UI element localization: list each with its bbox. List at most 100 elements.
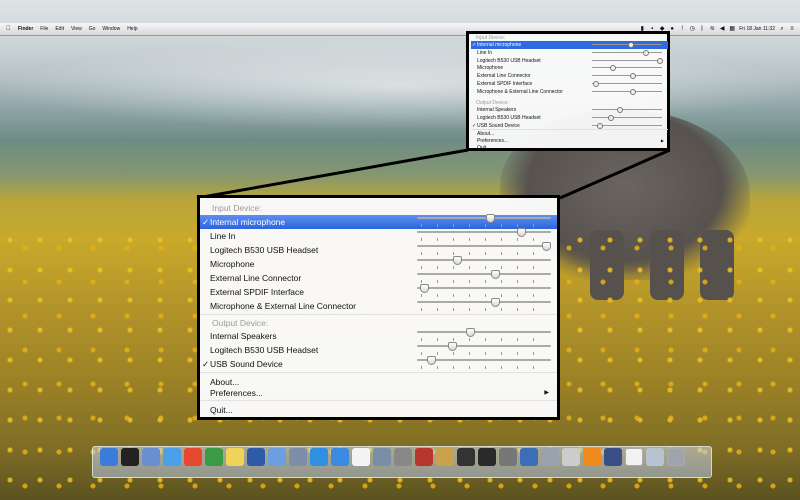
small-volume-slider-knob[interactable] [607,114,614,121]
preview-icon[interactable] [142,448,160,466]
volume-slider-ticks [421,238,549,241]
small-volume-slider-knob[interactable] [627,42,634,48]
submenu-arrow-icon: ▶ [544,390,549,396]
terminal-icon[interactable] [121,448,139,466]
checkmark-icon: ✓ [202,359,210,369]
small-quit-item[interactable]: Quit... [471,145,668,151]
small-volume-slider-track[interactable] [592,83,662,84]
small-volume-slider-track[interactable] [592,109,662,110]
safari-icon[interactable] [310,448,328,466]
input-device-label: Internal microphone [210,217,286,227]
small-output-device-item[interactable]: ✓ USB Sound Device [471,122,668,130]
small-input-device-label: Internal microphone [477,42,522,48]
volume-slider-track[interactable] [417,301,551,303]
preferences-label: Preferences... [210,388,263,398]
small-output-device-label: USB Sound Device [477,122,520,129]
screenshot-icon[interactable] [562,448,580,466]
small-input-device-item[interactable]: ✓ Internal microphone [471,41,668,49]
small-volume-slider-track[interactable] [592,90,662,92]
small-input-device-label: Line In [477,49,493,56]
volume-slider-track[interactable] [417,273,551,275]
volume-slider-track[interactable] [417,331,551,333]
small-output-device-label: Logitech B530 USB Headset [477,114,541,121]
migration-icon[interactable] [520,448,538,466]
word-icon[interactable] [247,448,265,466]
separator [200,314,557,315]
disk-icon[interactable] [541,448,559,466]
input-device-header: Input Device: [212,203,262,213]
output-device-label: Internal Speakers [210,331,277,341]
photo-icon[interactable] [394,448,412,466]
small-input-device-item[interactable]: Line In [471,49,668,57]
mail-icon[interactable] [289,448,307,466]
small-input-device-item[interactable]: Microphone & External Line Connector [471,88,668,96]
small-input-device-item[interactable]: External SPDIF Interface [471,80,668,88]
app-store-icon[interactable] [331,448,349,466]
small-volume-slider-knob[interactable] [597,122,604,129]
volume-slider-track[interactable] [417,217,551,219]
volume-slider-ticks [421,294,549,297]
trash-icon[interactable] [667,448,685,466]
chrome-icon[interactable] [184,448,202,466]
download-icon[interactable] [373,448,391,466]
small-volume-slider-track[interactable] [592,67,662,69]
small-input-device-label: External SPDIF Interface [477,81,533,87]
preferences-item[interactable]: Preferences... ▶ [200,386,557,400]
small-quit-label: Quit... [477,145,491,151]
calculator-icon[interactable] [499,448,517,466]
small-volume-slider-knob[interactable] [656,57,663,64]
volume-slider-knob[interactable] [419,284,429,293]
checkmark-icon: ✓ [472,42,477,48]
volume-slider-track[interactable] [417,259,551,261]
finder-icon[interactable] [100,448,118,466]
notes-icon[interactable] [226,448,244,466]
volume-slider-track[interactable] [417,245,551,247]
separator [200,372,557,373]
input-device-label: Microphone [210,259,255,269]
messages-icon[interactable] [163,448,181,466]
volume-slider-track[interactable] [417,287,551,289]
volume-slider-knob[interactable] [516,228,526,237]
movie-icon[interactable] [457,448,475,466]
document-icon[interactable] [625,448,643,466]
volume-slider-ticks [421,338,549,341]
separator [200,400,557,401]
small-input-device-item[interactable]: Logitech B530 USB Headset [471,57,668,65]
small-volume-slider-track[interactable] [592,75,662,77]
vlc-icon[interactable] [583,448,601,466]
volume-slider-knob[interactable] [452,256,462,265]
small-input-device-label: Logitech B530 USB Headset [477,57,541,64]
books-icon[interactable] [415,448,433,466]
output-device-header: Output Device: [212,318,269,328]
folder-icon[interactable] [268,448,286,466]
small-volume-slider-track[interactable] [592,116,662,118]
small-volume-slider-track[interactable] [592,51,662,53]
small-preferences-item[interactable]: Preferences... ▶ [471,137,668,145]
small-output-device-item[interactable]: Internal Speakers [471,106,668,114]
small-output-device-label: Internal Speakers [477,107,517,113]
output-device-label: USB Sound Device [210,359,283,369]
small-input-device-item[interactable]: Microphone [471,64,668,72]
calendar-icon[interactable] [352,448,370,466]
sound-device-menu-small: Input Device: Output Device: About... Pr… [466,31,670,151]
evernote-icon[interactable] [205,448,223,466]
volume-slider-knob[interactable] [447,342,457,351]
small-volume-slider-track[interactable] [592,59,662,61]
volume-slider-track[interactable] [417,345,551,347]
input-device-label: External Line Connector [210,273,302,283]
preview2-icon[interactable] [436,448,454,466]
input-device-label: External SPDIF Interface [210,287,305,297]
volume-slider-track[interactable] [417,359,551,361]
input-device-label: Microphone & External Line Connector [210,301,356,311]
small-input-device-label: Microphone & External Line Connector [477,88,563,95]
istat-icon[interactable] [478,448,496,466]
mail2-icon[interactable] [646,448,664,466]
quit-item[interactable]: Quit... [200,403,557,417]
small-input-device-label: External Line Connector [477,73,531,80]
small-preferences-label: Preferences... [477,138,509,144]
volume-slider-track[interactable] [417,231,551,233]
volume-slider-knob[interactable] [465,328,475,337]
small-input-device-item[interactable]: External Line Connector [471,72,668,80]
small-output-device-item[interactable]: Logitech B530 USB Headset [471,114,668,122]
script-icon[interactable] [604,448,622,466]
